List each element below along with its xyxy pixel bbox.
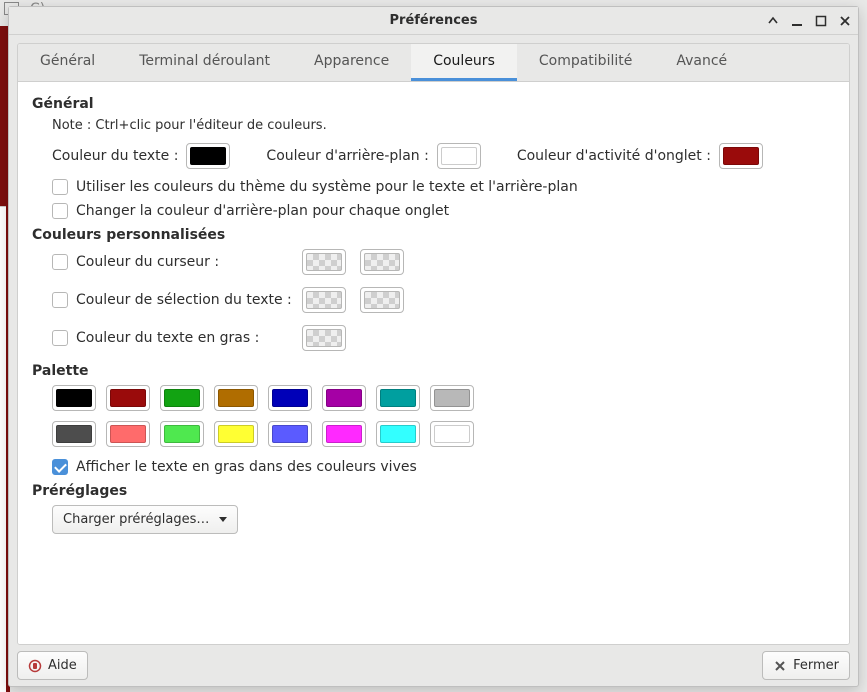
help-button[interactable]: Aide bbox=[17, 651, 88, 680]
palette-swatch bbox=[272, 425, 308, 443]
use-system-colors-label: Utiliser les couleurs du thème du systèm… bbox=[76, 179, 578, 195]
chevron-down-icon bbox=[219, 517, 227, 522]
section-custom-heading: Couleurs personnalisées bbox=[32, 227, 835, 243]
palette-color-0-5[interactable] bbox=[322, 385, 366, 411]
palette-swatch bbox=[380, 389, 416, 407]
palette-swatch bbox=[326, 425, 362, 443]
palette-color-0-0[interactable] bbox=[52, 385, 96, 411]
section-presets-heading: Préréglages bbox=[32, 483, 835, 499]
palette-color-0-1[interactable] bbox=[106, 385, 150, 411]
bold-is-bright-checkbox[interactable] bbox=[52, 459, 68, 475]
tab-compatibility[interactable]: Compatibilité bbox=[517, 44, 654, 81]
background-white-strip bbox=[0, 206, 6, 692]
palette-color-1-0[interactable] bbox=[52, 421, 96, 447]
palette-swatch bbox=[326, 389, 362, 407]
window-close-button[interactable] bbox=[838, 14, 852, 28]
tab-dropdown-terminal[interactable]: Terminal déroulant bbox=[117, 44, 292, 81]
cursor-color-bg-button[interactable] bbox=[360, 249, 404, 275]
window-minimize-button[interactable] bbox=[790, 14, 804, 28]
selection-color-bg-button[interactable] bbox=[360, 287, 404, 313]
cursor-color-label: Couleur du curseur : bbox=[76, 254, 219, 270]
colors-page: Général Note : Ctrl+clic pour l'éditeur … bbox=[18, 82, 849, 644]
text-color-label: Couleur du texte : bbox=[52, 148, 178, 164]
section-general-heading: Général bbox=[32, 96, 835, 112]
tab-advanced[interactable]: Avancé bbox=[654, 44, 749, 81]
selection-color-label: Couleur de sélection du texte : bbox=[76, 292, 292, 308]
palette-color-0-6[interactable] bbox=[376, 385, 420, 411]
tab-general[interactable]: Général bbox=[18, 44, 117, 81]
palette-swatch bbox=[434, 389, 470, 407]
titlebar: Préférences bbox=[9, 7, 858, 35]
tab-colors[interactable]: Couleurs bbox=[411, 44, 517, 81]
cursor-color-fg-button[interactable] bbox=[302, 249, 346, 275]
bold-is-bright-label: Afficher le texte en gras dans des coule… bbox=[76, 459, 417, 475]
selection-color-fg-button[interactable] bbox=[302, 287, 346, 313]
palette-color-0-7[interactable] bbox=[430, 385, 474, 411]
use-system-colors-checkbox[interactable] bbox=[52, 179, 68, 195]
selection-color-checkbox[interactable] bbox=[52, 292, 68, 308]
palette-color-1-1[interactable] bbox=[106, 421, 150, 447]
bold-color-checkbox[interactable] bbox=[52, 330, 68, 346]
tab-appearance[interactable]: Apparence bbox=[292, 44, 411, 81]
window-maximize-button[interactable] bbox=[814, 14, 828, 28]
palette-row-2 bbox=[52, 421, 835, 447]
bg-color-label: Couleur d'arrière-plan : bbox=[266, 148, 428, 164]
bg-color-button[interactable] bbox=[437, 143, 481, 169]
palette-swatch bbox=[218, 425, 254, 443]
palette-color-1-6[interactable] bbox=[376, 421, 420, 447]
help-icon bbox=[28, 659, 42, 673]
section-palette-heading: Palette bbox=[32, 363, 835, 379]
bold-color-button[interactable] bbox=[302, 325, 346, 351]
window-controls bbox=[766, 7, 852, 35]
ctrl-click-note: Note : Ctrl+clic pour l'éditeur de coule… bbox=[52, 118, 835, 133]
palette-color-1-7[interactable] bbox=[430, 421, 474, 447]
load-presets-button[interactable]: Charger préréglages… bbox=[52, 505, 238, 534]
palette-swatch bbox=[110, 389, 146, 407]
tab-activity-color-swatch bbox=[723, 147, 759, 165]
palette-swatch bbox=[56, 389, 92, 407]
vary-bg-per-tab-label: Changer la couleur d'arrière-plan pour c… bbox=[76, 203, 449, 219]
close-button-label: Fermer bbox=[793, 658, 839, 673]
palette-color-0-4[interactable] bbox=[268, 385, 312, 411]
text-color-button[interactable] bbox=[186, 143, 230, 169]
tab-bar: Général Terminal déroulant Apparence Cou… bbox=[18, 44, 849, 82]
palette-color-1-2[interactable] bbox=[160, 421, 204, 447]
palette-swatch bbox=[56, 425, 92, 443]
palette-color-0-3[interactable] bbox=[214, 385, 258, 411]
bg-color-swatch bbox=[441, 147, 477, 165]
vary-bg-per-tab-checkbox[interactable] bbox=[52, 203, 68, 219]
tab-activity-color-button[interactable] bbox=[719, 143, 763, 169]
load-presets-label: Charger préréglages… bbox=[63, 512, 209, 527]
palette-swatch bbox=[218, 389, 254, 407]
palette-color-1-3[interactable] bbox=[214, 421, 258, 447]
window-title: Préférences bbox=[390, 13, 478, 28]
palette-swatch bbox=[272, 389, 308, 407]
help-button-label: Aide bbox=[48, 658, 77, 673]
window-shade-button[interactable] bbox=[766, 14, 780, 28]
preferences-window: Préférences Général Terminal déroulant A… bbox=[8, 6, 859, 687]
palette-swatch bbox=[110, 425, 146, 443]
palette-swatch bbox=[164, 389, 200, 407]
cursor-color-checkbox[interactable] bbox=[52, 254, 68, 270]
palette-swatch bbox=[434, 425, 470, 443]
palette-row-1 bbox=[52, 385, 835, 411]
bold-color-label: Couleur du texte en gras : bbox=[76, 330, 259, 346]
palette-swatch bbox=[380, 425, 416, 443]
close-button[interactable]: Fermer bbox=[762, 651, 850, 680]
dialog-action-bar: Aide Fermer bbox=[9, 645, 858, 686]
palette-color-1-4[interactable] bbox=[268, 421, 312, 447]
palette-color-0-2[interactable] bbox=[160, 385, 204, 411]
palette-swatch bbox=[164, 425, 200, 443]
text-color-swatch bbox=[190, 147, 226, 165]
tab-activity-label: Couleur d'activité d'onglet : bbox=[517, 148, 711, 164]
close-icon bbox=[773, 659, 787, 673]
notebook: Général Terminal déroulant Apparence Cou… bbox=[17, 43, 850, 645]
palette-color-1-5[interactable] bbox=[322, 421, 366, 447]
palette-grid bbox=[52, 385, 835, 447]
